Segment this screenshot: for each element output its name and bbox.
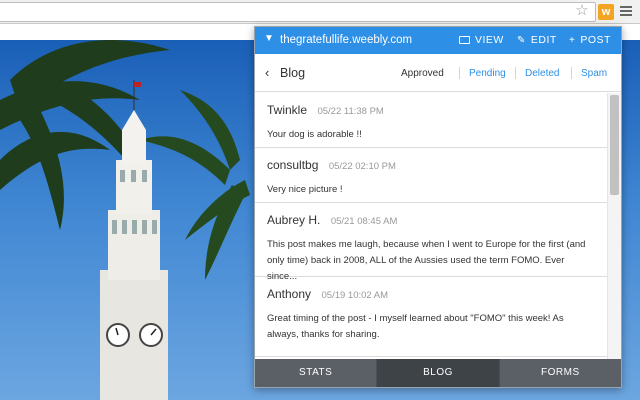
comment-body: Your dog is adorable !! <box>267 129 362 140</box>
page-title: Blog <box>280 66 306 80</box>
comment-author: Twinkle <box>267 103 308 117</box>
pencil-icon: ✎ <box>517 35 526 46</box>
address-bar[interactable] <box>0 2 596 22</box>
comment-body: Great timing of the post - I myself lear… <box>267 313 564 340</box>
bookmark-star-icon[interactable]: ☆ <box>574 3 590 19</box>
comment-timestamp: 05/21 08:45 AM <box>330 216 398 227</box>
comment-item[interactable]: Aubrey H. 05/21 08:45 AM This post makes… <box>255 203 607 282</box>
comment-author: Aubrey H. <box>267 213 321 227</box>
tab-stats[interactable]: STATS <box>255 359 378 387</box>
comment-item[interactable]: Twinkle 05/22 11:38 PM Your dog is adora… <box>255 93 607 148</box>
scrollbar[interactable] <box>607 93 621 359</box>
divider <box>515 67 516 79</box>
back-chevron-icon[interactable]: ‹ <box>265 65 269 80</box>
hamburger-icon[interactable] <box>620 6 632 18</box>
weebly-extension-icon[interactable]: w <box>598 4 614 20</box>
filter-deleted[interactable]: Deleted <box>525 68 559 79</box>
comment-timestamp: 05/22 02:10 PM <box>328 161 396 172</box>
blog-subheader: ‹ Blog Approved Pending Deleted Spam <box>255 54 621 92</box>
comment-timestamp: 05/19 10:02 AM <box>321 290 389 301</box>
comment-list[interactable]: Twinkle 05/22 11:38 PM Your dog is adora… <box>255 93 607 359</box>
comment-item[interactable]: Anthony 05/19 10:02 AM Great timing of t… <box>255 277 607 357</box>
comment-body: Very nice picture ! <box>267 184 343 195</box>
post-button[interactable]: + POST <box>569 34 611 46</box>
monitor-icon <box>459 36 470 44</box>
plus-icon: + <box>569 35 576 46</box>
comment-item[interactable]: consultbg 05/22 02:10 PM Very nice pictu… <box>255 148 607 203</box>
filter-spam[interactable]: Spam <box>581 68 607 79</box>
tab-blog[interactable]: BLOG <box>377 359 500 387</box>
comment-author: consultbg <box>267 158 319 172</box>
site-selector[interactable]: thegratefullife.weebly.com <box>280 34 412 46</box>
bottom-tab-bar: STATS BLOG FORMS <box>255 359 621 387</box>
scrollbar-thumb[interactable] <box>610 95 619 195</box>
filter-approved[interactable]: Approved <box>401 68 444 79</box>
view-label: VIEW <box>475 34 504 46</box>
post-label: POST <box>580 34 611 46</box>
edit-button[interactable]: ✎ EDIT <box>517 34 557 46</box>
comment-author: Anthony <box>267 287 312 301</box>
weebly-popup: ▼ thegratefullife.weebly.com VIEW ✎ EDIT … <box>254 26 622 388</box>
popup-header: ▼ thegratefullife.weebly.com VIEW ✎ EDIT … <box>255 27 621 54</box>
tab-forms[interactable]: FORMS <box>499 359 621 387</box>
comment-timestamp: 05/22 11:38 PM <box>317 106 384 117</box>
chevron-down-icon[interactable]: ▼ <box>264 33 274 44</box>
divider <box>459 67 460 79</box>
browser-toolbar: ☆ w <box>0 0 640 24</box>
view-button[interactable]: VIEW <box>459 34 504 46</box>
divider <box>571 67 572 79</box>
filter-pending[interactable]: Pending <box>469 68 506 79</box>
edit-label: EDIT <box>530 34 557 46</box>
